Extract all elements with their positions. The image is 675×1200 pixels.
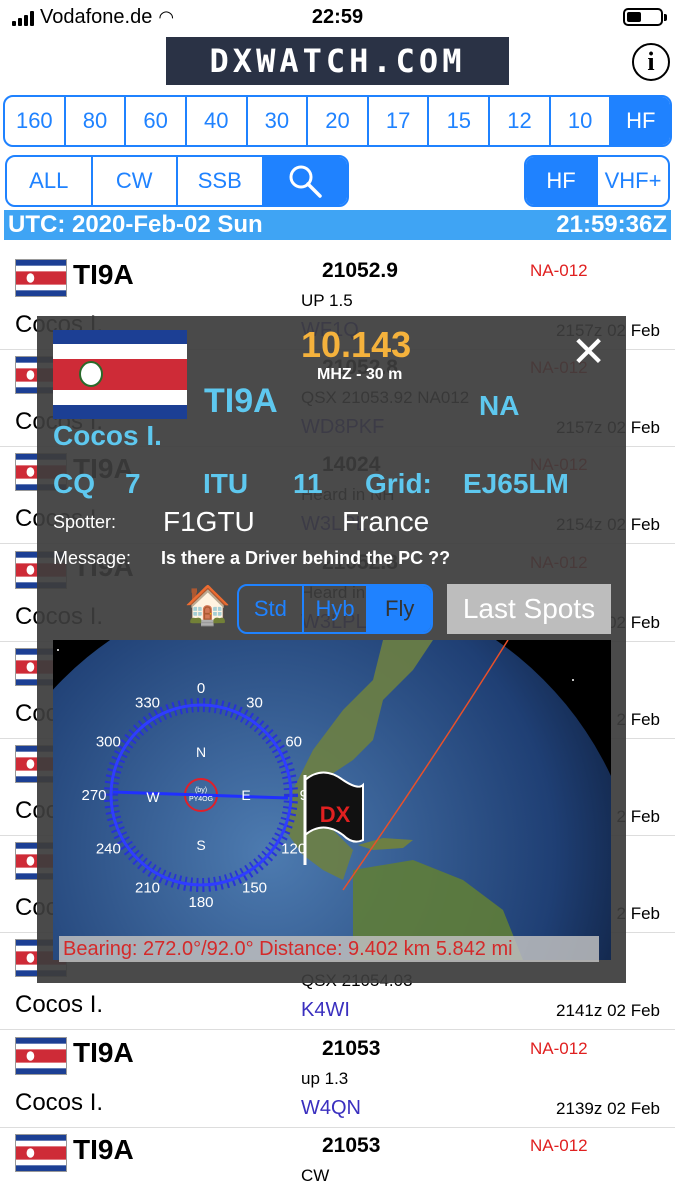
view-fly[interactable]: Fly xyxy=(368,586,431,632)
app-screen: Vodafone.de ◠ 22:59 DXWATCH.COM i 160 80 6… xyxy=(0,0,675,1200)
spot-spotter[interactable]: W4QN xyxy=(301,1097,361,1120)
dir-n: N xyxy=(196,744,206,760)
globe-view: (by) PY4OG 03060901201501802102402703003… xyxy=(53,640,611,960)
dir-e: E xyxy=(241,787,250,803)
mode-ssb[interactable]: SSB xyxy=(178,157,264,205)
band-selector: 160 80 60 40 30 20 17 15 12 10 HF xyxy=(3,95,672,147)
popup-continent: NA xyxy=(479,390,520,421)
spot-entity: Cocos I. xyxy=(15,1088,104,1116)
battery-icon xyxy=(623,8,667,26)
spot-detail-popup: 10.143 MHZ - 30 m ✕ TI9A NA Cocos I. CQ … xyxy=(37,316,626,983)
mode-search[interactable] xyxy=(263,157,347,205)
clock: 22:59 xyxy=(311,6,364,28)
band-20[interactable]: 20 xyxy=(308,97,369,145)
spotter-country: France xyxy=(342,506,430,537)
mode-all[interactable]: ALL xyxy=(7,157,93,205)
mode-selector: ALL CW SSB xyxy=(5,155,349,207)
view-std[interactable]: Std xyxy=(239,586,304,632)
compass-label: 300 xyxy=(96,734,121,751)
home-icon[interactable]: 🏠 xyxy=(184,584,231,628)
spot-callsign: TI9A xyxy=(73,1133,134,1165)
close-icon[interactable]: ✕ xyxy=(571,331,606,373)
compass-label: 60 xyxy=(285,734,302,751)
band-30[interactable]: 30 xyxy=(248,97,309,145)
band-12[interactable]: 12 xyxy=(490,97,551,145)
spot-row[interactable]: TI9A 21053 NA-012 up 1.3 Cocos I. W4QN 2139z 0… xyxy=(0,1031,675,1128)
map-view-selector: Std Hyb Fly xyxy=(237,584,433,634)
band-hf[interactable]: HF xyxy=(611,97,670,145)
compass-label: 270 xyxy=(81,787,106,804)
spot-frequency: 21053 xyxy=(322,1133,381,1157)
band-17[interactable]: 17 xyxy=(369,97,430,145)
info-icon[interactable]: i xyxy=(632,43,670,81)
spotter-label: Spotter: xyxy=(53,512,117,532)
compass-label: 180 xyxy=(188,894,213,911)
spot-iota: NA-012 xyxy=(530,1135,588,1155)
popup-band: MHZ - 30 m xyxy=(317,366,403,383)
utc-date: UTC: 2020-Feb-02 Sun xyxy=(8,211,263,238)
band-160[interactable]: 160 xyxy=(5,97,66,145)
popup-entity: Cocos I. xyxy=(53,420,162,451)
compass-label: 30 xyxy=(246,694,263,711)
bearing-distance: Bearing: 272.0°/92.0° Distance: 9.402 km… xyxy=(59,936,599,962)
dir-s: S xyxy=(196,837,205,853)
dir-w: W xyxy=(146,789,160,805)
spot-entity: Cocos I. xyxy=(15,991,104,1019)
app-logo: DXWATCH.COM xyxy=(166,37,509,85)
band-80[interactable]: 80 xyxy=(66,97,127,145)
grid-label: Grid: xyxy=(365,468,432,499)
search-icon xyxy=(289,165,322,198)
compass-label: 210 xyxy=(135,880,160,897)
view-hyb[interactable]: Hyb xyxy=(304,586,369,632)
badge-call: PY4OG xyxy=(189,796,213,803)
band-60[interactable]: 60 xyxy=(126,97,187,145)
cq-label: CQ xyxy=(53,468,95,499)
spot-callsign: TI9A xyxy=(73,259,134,290)
costa-rica-flag xyxy=(15,1036,67,1075)
compass-label: 150 xyxy=(242,880,267,897)
utc-bar: UTC: 2020-Feb-02 Sun 21:59:36Z xyxy=(4,210,671,240)
spot-time: 2141z 02 Feb xyxy=(556,1001,660,1021)
spot-iota: NA-012 xyxy=(530,1038,588,1058)
status-bar: Vodafone.de ◠ 22:59 xyxy=(0,0,675,36)
utc-time: 21:59:36Z xyxy=(556,211,667,238)
spot-frequency: 21052.9 xyxy=(322,259,398,282)
spot-time: 2139z 02 Feb xyxy=(556,1098,660,1118)
band-10[interactable]: 10 xyxy=(551,97,612,145)
spot-comment: up 1.3 xyxy=(301,1068,349,1088)
itu-label: ITU xyxy=(203,468,249,499)
spot-spotter[interactable]: K4WI xyxy=(301,999,350,1022)
message-label: Message: xyxy=(53,548,132,568)
spot-comment: CW xyxy=(301,1165,330,1185)
range-hf[interactable]: HF xyxy=(526,157,598,205)
last-spots-button[interactable]: Last Spots xyxy=(447,584,611,634)
spot-row[interactable]: TI9A 21053 NA-012 CW xyxy=(0,1128,675,1200)
itu-zone: 11 xyxy=(293,468,323,499)
compass-label: 0 xyxy=(197,680,205,697)
compass-label: 240 xyxy=(96,841,121,858)
compass-label: 120 xyxy=(281,841,306,858)
band-40[interactable]: 40 xyxy=(187,97,248,145)
range-selector: HF VHF+ xyxy=(524,155,670,207)
compass-label: 330 xyxy=(135,694,160,711)
badge-by: (by) xyxy=(195,787,207,794)
grid-locator: EJ65LM xyxy=(463,468,569,499)
mode-cw[interactable]: CW xyxy=(93,157,178,205)
costa-rica-flag xyxy=(15,259,67,297)
spot-iota: NA-012 xyxy=(530,261,588,280)
globe-map[interactable]: (by) PY4OG 03060901201501802102402703003… xyxy=(53,640,611,960)
spot-callsign: TI9A xyxy=(73,1036,134,1068)
popup-frequency: 10.143 xyxy=(301,324,412,365)
spotter-call: F1GTU xyxy=(163,506,255,537)
cq-zone: 7 xyxy=(125,468,141,499)
costa-rica-flag xyxy=(15,1133,67,1172)
band-15[interactable]: 15 xyxy=(429,97,491,145)
costa-rica-flag xyxy=(53,330,187,419)
spot-frequency: 21053 xyxy=(322,1036,381,1060)
spot-message: Is there a Driver behind the PC ?? xyxy=(161,548,451,568)
range-vhf[interactable]: VHF+ xyxy=(598,157,668,205)
popup-callsign: TI9A xyxy=(204,382,278,420)
dx-flag-label: DX xyxy=(320,802,351,827)
spot-comment: UP 1.5 xyxy=(301,291,353,310)
